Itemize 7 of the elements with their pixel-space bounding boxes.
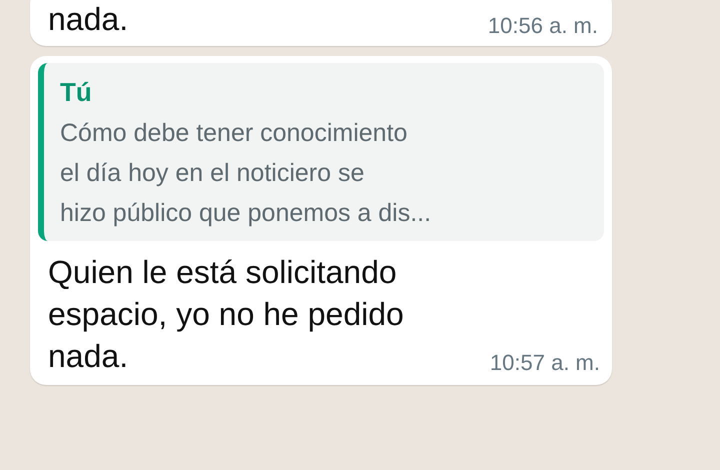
- message-time: 10:57 a. m.: [490, 349, 600, 377]
- message-time: 10:56 a. m.: [488, 12, 598, 40]
- quote-author: Tú: [60, 76, 93, 109]
- quoted-message[interactable]: Tú Cómo debe tener conocimiento el día hoy en el noticiero se hizo público que ponemos a dis...: [38, 63, 604, 241]
- quote-text: Cómo debe tener conocimiento el día hoy en el noticiero se hizo público que ponemos a dis...: [60, 118, 432, 229]
- message-text: nada.: [48, 0, 128, 39]
- message-text: Quien le está solicitando espacio, yo no he pedido nada.: [48, 253, 404, 376]
